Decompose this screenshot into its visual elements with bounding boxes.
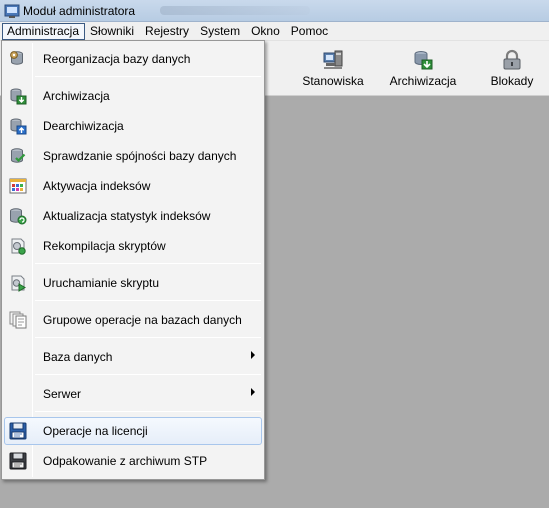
menu-separator — [35, 300, 261, 301]
menu-item-serwer[interactable]: Serwer — [4, 380, 262, 408]
menu-bar: Administracja Słowniki Rejestry System O… — [0, 22, 549, 41]
menu-slowniki[interactable]: Słowniki — [85, 23, 140, 40]
group-docs-icon — [9, 311, 27, 329]
menu-item-aktualizacja-statystyk[interactable]: Aktualizacja statystyk indeksów — [4, 202, 262, 230]
menu-item-baza-danych[interactable]: Baza danych — [4, 343, 262, 371]
menu-separator — [35, 411, 261, 412]
menu-okno[interactable]: Okno — [246, 23, 286, 40]
menu-item-uruchamianie-skryptu[interactable]: Uruchamianie skryptu — [4, 269, 262, 297]
archive-db-icon — [414, 51, 433, 70]
menu-item-rekompilacja[interactable]: Rekompilacja skryptów — [4, 232, 262, 260]
menu-item-label: Reorganizacja bazy danych — [43, 52, 191, 66]
menu-item-aktywacja-indeksow[interactable]: Aktywacja indeksów — [4, 172, 262, 200]
computer-icon — [323, 50, 343, 69]
menu-item-label: Serwer — [43, 387, 82, 401]
menu-item-label: Rekompilacja skryptów — [43, 239, 166, 253]
menu-item-label: Uruchamianie skryptu — [43, 276, 160, 290]
menu-item-archiwizacja[interactable]: Archiwizacja — [4, 82, 262, 110]
menu-item-label: Odpakowanie z archiwum STP — [43, 454, 208, 468]
menu-rejestry[interactable]: Rejestry — [140, 23, 195, 40]
menu-item-operacje-na-licencji[interactable]: Operacje na licencji — [4, 417, 262, 445]
menu-item-dearchiwizacja[interactable]: Dearchiwizacja — [4, 112, 262, 140]
menu-item-label: Sprawdzanie spójności bazy danych — [43, 149, 237, 163]
toolbar-blokady-label: Blokady — [490, 74, 534, 88]
toolbar-stanowiska-button[interactable]: Stanowiska — [300, 49, 366, 93]
administracja-dropdown: Reorganizacja bazy danych Archiwizacja D… — [1, 40, 265, 480]
menu-separator — [35, 76, 261, 77]
menu-item-label: Dearchiwizacja — [43, 119, 124, 133]
menu-item-label: Operacje na licencji — [43, 424, 148, 438]
menu-separator — [35, 263, 261, 264]
toolbar-blokady-button[interactable]: Blokady — [486, 49, 538, 93]
menu-item-sprawdzanie-spojnosci[interactable]: Sprawdzanie spójności bazy danych — [4, 142, 262, 170]
script-gear-icon — [11, 238, 26, 255]
menu-item-label: Baza danych — [43, 350, 113, 364]
dearchive-db-icon — [10, 118, 27, 135]
submenu-arrow-icon — [251, 351, 255, 359]
menu-separator — [35, 374, 261, 375]
title-bar: Moduł administratora — [0, 0, 549, 22]
menu-separator — [35, 337, 261, 338]
menu-item-reorganizacja[interactable]: Reorganizacja bazy danych — [4, 45, 262, 73]
menu-pomoc[interactable]: Pomoc — [286, 23, 334, 40]
toolbar-archiwizacja-button[interactable]: Archiwizacja — [389, 49, 457, 93]
unpack-floppy-icon — [9, 452, 27, 470]
app-icon — [4, 4, 20, 18]
menu-item-label: Aktualizacja statystyk indeksów — [43, 209, 211, 223]
license-floppy-icon — [9, 422, 27, 440]
archive-db-icon — [10, 88, 27, 105]
title-path-blur — [160, 6, 310, 15]
toolbar-archiwizacja-label: Archiwizacja — [389, 74, 457, 88]
database-refresh-icon — [10, 208, 27, 225]
menu-item-odpakowanie[interactable]: Odpakowanie z archiwum STP — [4, 447, 262, 475]
toolbar-stanowiska-label: Stanowiska — [302, 74, 364, 88]
menu-item-label: Aktywacja indeksów — [43, 179, 151, 193]
menu-item-label: Archiwizacja — [43, 89, 110, 103]
index-grid-icon — [9, 178, 27, 194]
submenu-arrow-icon — [251, 388, 255, 396]
database-gear-icon — [10, 51, 23, 65]
menu-item-label: Grupowe operacje na bazach danych — [43, 313, 242, 327]
database-check-icon — [11, 148, 26, 163]
menu-item-grupowe-operacje[interactable]: Grupowe operacje na bazach danych — [4, 306, 262, 334]
menu-administracja[interactable]: Administracja — [2, 22, 86, 40]
menu-system[interactable]: System — [195, 23, 246, 40]
run-script-icon — [11, 275, 26, 292]
window-title: Moduł administratora — [23, 4, 136, 18]
lock-icon — [503, 49, 521, 70]
